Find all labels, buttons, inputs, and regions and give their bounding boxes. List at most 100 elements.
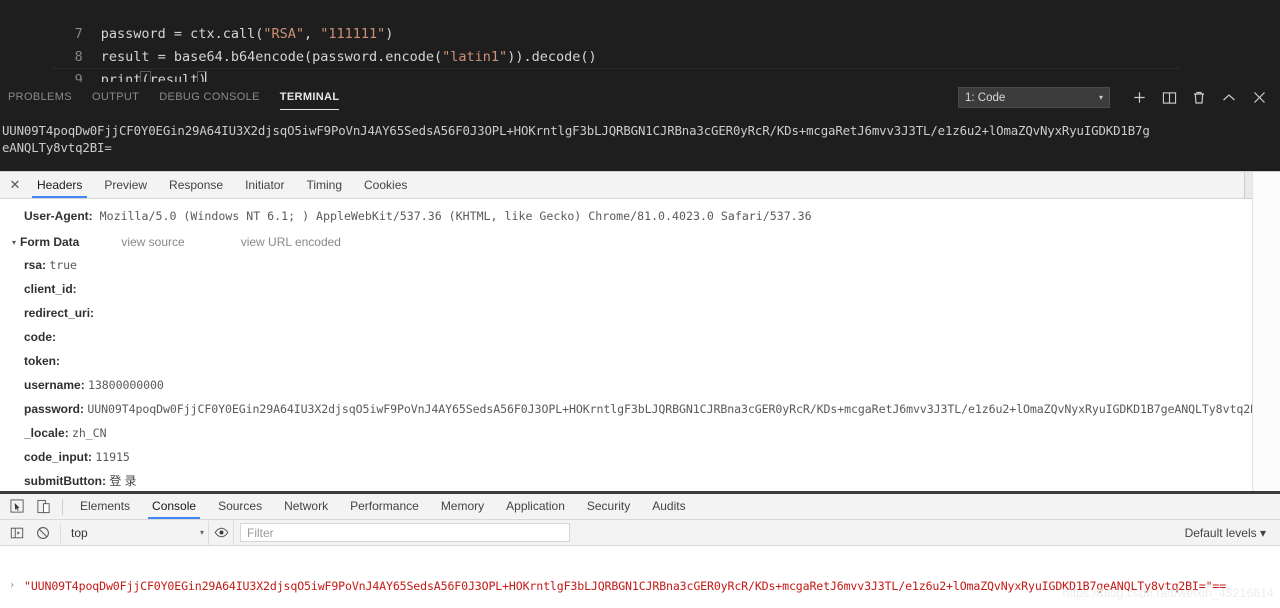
inspect-element-button[interactable] [4,495,30,519]
form-value: zh_CN [72,426,107,440]
code-line-9[interactable]: 9 print(result) [0,46,1280,82]
console-input-marker: › [9,580,15,591]
tab-timing[interactable]: Timing [295,172,353,198]
form-key: _locale: [24,426,69,440]
tab-sources[interactable]: Sources [207,494,273,519]
screenshot-root: 7 password = ctx.call("RSA", "111111") 8r… [0,0,1280,608]
request-header-name: User-Agent: [24,209,93,223]
form-value: true [49,258,77,272]
console-message-text: "UUN09T4poqDw0FjjCF0Y0EGin29A64IU3X2djsq… [24,579,1227,593]
headers-content: User-Agent: Mozilla/5.0 (Windows NT 6.1;… [0,199,1280,491]
new-terminal-button[interactable] [1124,84,1154,112]
maximize-panel-button[interactable] [1214,84,1244,112]
form-row: rsa: true [0,253,1280,277]
tab-preview[interactable]: Preview [93,172,158,198]
tab-security[interactable]: Security [576,494,641,519]
current-line-highlight [52,68,1180,69]
console-sidebar-icon [10,527,24,538]
code-editor[interactable]: 7 password = ctx.call("RSA", "111111") 8r… [0,0,1280,82]
close-panel-button[interactable] [1244,84,1274,112]
panel-actions: 1: Code ▾ [958,84,1280,112]
form-row: _locale: zh_CN [0,421,1280,445]
form-key: username: [24,378,85,392]
execution-context-label: top [71,525,88,540]
panel-tab-output[interactable]: OUTPUT [82,82,149,113]
console-messages[interactable]: › "UUN09T4poqDw0FjjCF0Y0EGin29A64IU3X2dj… [0,546,1280,608]
line-number: 9 [74,72,83,82]
form-data-section-header[interactable]: ▾ Form Data view source view URL encoded [0,225,1280,253]
tab-application[interactable]: Application [495,494,576,519]
tab-headers[interactable]: Headers [26,172,93,198]
create-live-expression-button[interactable] [208,520,234,545]
form-value: 11915 [95,450,130,464]
trash-icon [1194,91,1204,104]
terminal-output-line-1: UUN09T4poqDw0FjjCF0Y0EGin29A64IU3X2djsqO… [2,123,1150,138]
form-row: token: [0,349,1280,373]
code-token: print [100,72,142,82]
form-key: submitButton: [24,474,106,488]
panel-tab-terminal[interactable]: TERMINAL [270,82,350,113]
form-row: submitButton: 登 录 [0,469,1280,491]
form-row: client_id: [0,277,1280,301]
panel-tab-debug-console[interactable]: DEBUG CONSOLE [149,82,270,113]
bracket-match-open: ( [140,71,151,82]
console-levels-dropdown[interactable]: Default levels ▾ [1185,526,1266,540]
code-line-7[interactable]: 7 password = ctx.call("RSA", "111111") [0,0,1280,42]
detail-pane-right-strip [1252,172,1280,491]
tab-network[interactable]: Network [273,494,339,519]
console-sidebar-toggle-button[interactable] [4,521,30,545]
devtools-tabbar: Elements Console Sources Network Perform… [0,494,1280,520]
tab-memory[interactable]: Memory [430,494,495,519]
triangle-down-icon: ▾ [11,237,16,247]
inspect-cursor-icon [9,499,24,513]
tab-elements[interactable]: Elements [69,494,141,519]
form-row: redirect_uri: [0,301,1280,325]
console-message[interactable]: › "UUN09T4poqDw0FjjCF0Y0EGin29A64IU3X2dj… [0,578,1280,594]
panel-tabs: PROBLEMS OUTPUT DEBUG CONSOLE TERMINAL [0,82,349,113]
chevron-down-icon: ▾ [1259,525,1266,540]
text-cursor [205,71,207,82]
close-detail-pane-button[interactable]: ✕ [4,172,26,198]
tab-response[interactable]: Response [158,172,234,198]
view-source-link[interactable]: view source [121,235,184,249]
form-row: username: 13800000000 [0,373,1280,397]
toggle-device-toolbar-button[interactable] [30,495,56,519]
console-toolbar: top ▾ Default levels ▾ [0,520,1280,546]
chevron-up-icon [1223,93,1235,100]
console-levels-label: Default levels [1184,525,1257,540]
console-filter-input[interactable] [240,523,570,542]
panel-tab-problems[interactable]: PROBLEMS [0,82,82,113]
view-url-encoded-link[interactable]: view URL encoded [241,235,341,249]
request-header-row: User-Agent: Mozilla/5.0 (Windows NT 6.1;… [0,207,1280,225]
split-editor-icon [1162,91,1176,104]
kill-terminal-button[interactable] [1184,84,1214,112]
form-key: password: [24,402,85,416]
clear-console-button[interactable] [30,521,56,545]
toolbar-divider [62,498,63,515]
tab-initiator[interactable]: Initiator [234,172,295,198]
network-detail-tabbar: ✕ Headers Preview Response Initiator Tim… [0,172,1280,199]
terminal-instance-select[interactable]: 1: Code ▾ [958,87,1110,108]
form-value: 登 录 [109,474,137,488]
form-value: 13800000000 [88,378,164,392]
tab-performance[interactable]: Performance [339,494,430,519]
device-toolbar-icon [36,499,50,514]
clear-console-icon [37,526,49,539]
panel-tab-bar: PROBLEMS OUTPUT DEBUG CONSOLE TERMINAL 1… [0,82,1280,113]
request-header-value: Mozilla/5.0 (Windows NT 6.1; ) AppleWebK… [99,209,812,223]
tab-audits[interactable]: Audits [641,494,696,519]
tab-console[interactable]: Console [141,494,207,519]
terminal-output[interactable]: UUN09T4poqDw0FjjCF0Y0EGin29A64IU3X2djsqO… [0,113,1280,171]
split-terminal-button[interactable] [1154,84,1184,112]
plus-icon [1133,92,1145,103]
chevron-down-icon: ▾ [1098,93,1103,102]
terminal-instance-label: 1: Code [965,91,1006,104]
form-row: code: [0,325,1280,349]
code-line-8[interactable]: 8 result = base64.b64encode(password.enco… [0,23,1280,65]
form-row: code_input: 11915 [0,445,1280,469]
tab-cookies[interactable]: Cookies [353,172,418,198]
code-token: result [149,72,199,82]
network-request-detail-pane: ✕ Headers Preview Response Initiator Tim… [0,171,1280,491]
form-key: client_id: [24,282,77,296]
execution-context-select[interactable]: top ▾ [60,522,208,543]
